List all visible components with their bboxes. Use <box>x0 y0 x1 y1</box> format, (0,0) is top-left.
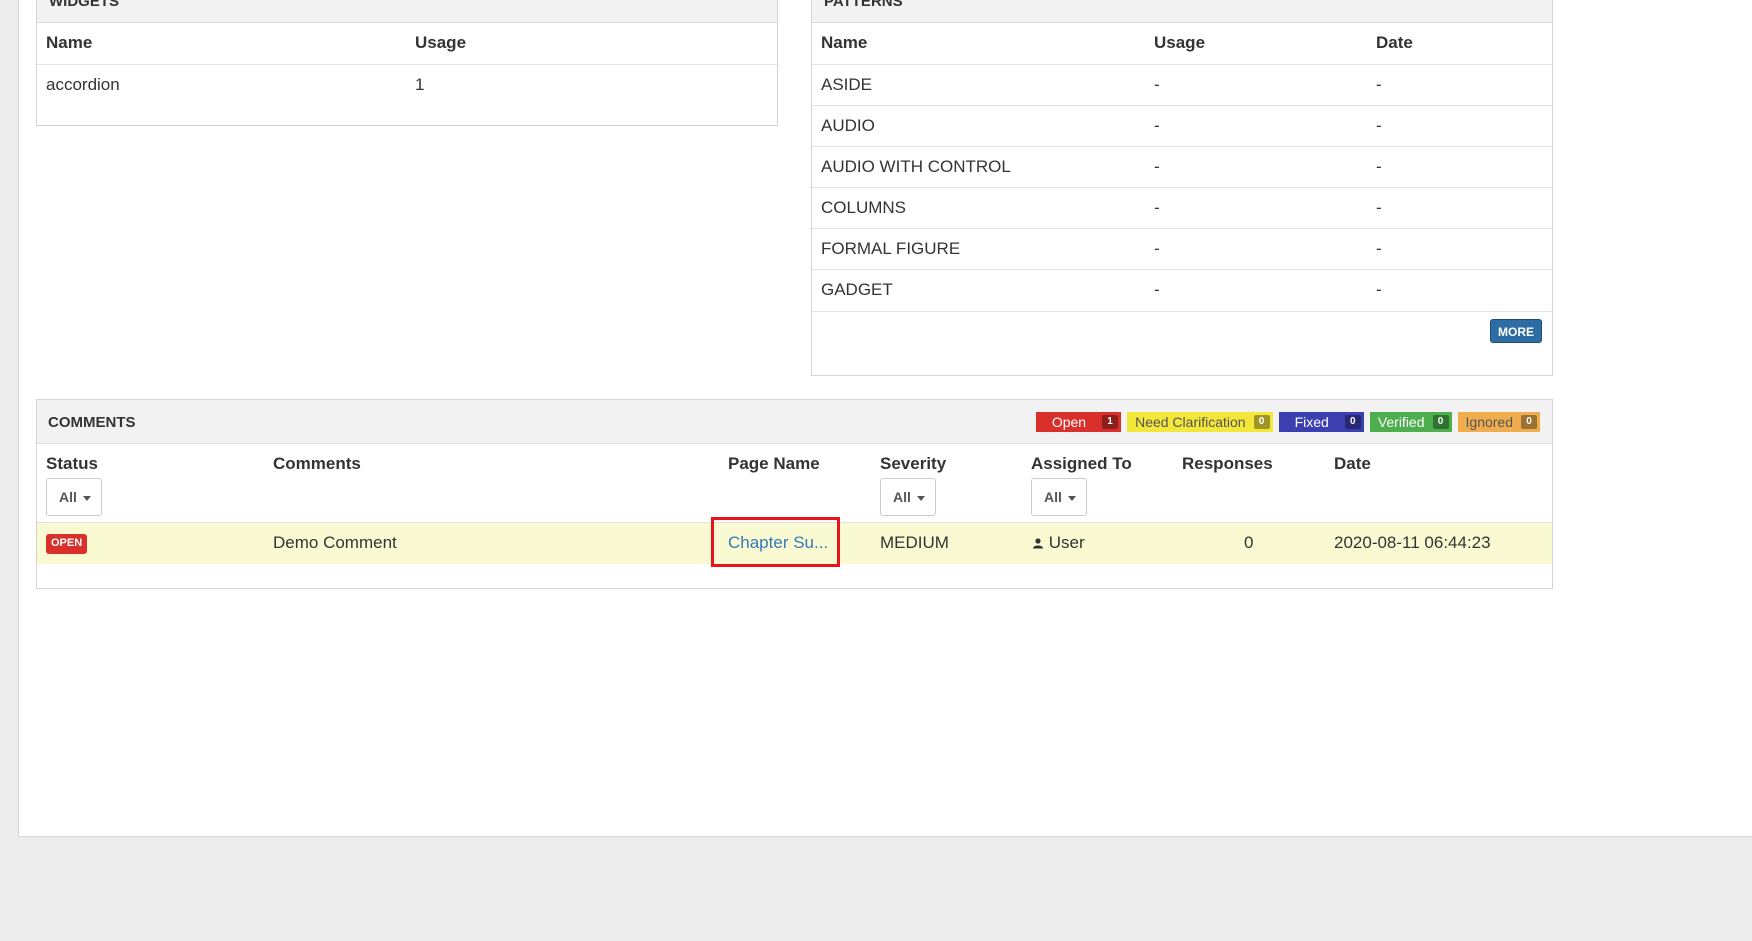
status-filter-value: All <box>59 489 77 505</box>
pattern-date: - <box>1376 280 1382 299</box>
comment-text[interactable]: Demo Comment <box>273 523 397 563</box>
more-button[interactable]: MORE <box>1490 319 1542 343</box>
user-icon <box>1033 533 1049 552</box>
legend-verified-count: 0 <box>1432 415 1449 429</box>
pattern-date: - <box>1376 198 1382 217</box>
pattern-date: - <box>1376 239 1382 258</box>
chevron-down-icon <box>82 495 91 501</box>
col-usage: Usage <box>1154 33 1206 52</box>
pattern-name: GADGET <box>821 280 893 299</box>
comments-panel: COMMENTS Open 1 Need Clarification 0 Fix… <box>36 399 1553 589</box>
widget-usage: 1 <box>415 75 425 94</box>
chevron-down-icon <box>1067 495 1076 501</box>
legend-ignored[interactable]: Ignored 0 <box>1457 412 1540 432</box>
legend-fixed[interactable]: Fixed 0 <box>1278 412 1364 432</box>
severity-value: MEDIUM <box>880 533 949 552</box>
col-name: Name <box>821 33 868 52</box>
status-cell: OPEN <box>46 523 88 563</box>
highlight-box <box>711 517 840 567</box>
table-row: ASIDE - - <box>812 65 1552 106</box>
legend-verified[interactable]: Verified 0 <box>1369 412 1452 432</box>
col-usage: Usage <box>415 33 467 52</box>
col-responses: Responses <box>1182 454 1273 473</box>
widget-name: accordion <box>46 75 120 94</box>
patterns-panel: PATTERNS Name Usage Date ASIDE - - AUDIO… <box>811 0 1553 376</box>
pattern-name: AUDIO WITH CONTROL <box>821 157 1011 176</box>
pattern-date: - <box>1376 157 1382 176</box>
status-badge: OPEN <box>46 533 88 554</box>
patterns-title: PATTERNS <box>824 0 903 10</box>
assigned-to-value: User <box>1048 533 1085 552</box>
severity-filter-dropdown[interactable]: All <box>880 478 936 516</box>
pattern-usage: - <box>1154 116 1160 135</box>
table-row: AUDIO - - <box>812 106 1552 147</box>
legend-verified-label: Verified <box>1377 414 1425 430</box>
pattern-usage: - <box>1154 198 1160 217</box>
legend-open[interactable]: Open 1 <box>1035 412 1122 432</box>
table-row: FORMAL FIGURE - - <box>812 229 1552 270</box>
pattern-name: COLUMNS <box>821 198 907 217</box>
pattern-name: FORMAL FIGURE <box>821 239 961 258</box>
pattern-date: - <box>1376 116 1382 135</box>
legend-need-clarification[interactable]: Need Clarification 0 <box>1127 412 1273 432</box>
status-legend: Open 1 Need Clarification 0 Fixed 0 Veri… <box>1035 412 1540 432</box>
pattern-usage: - <box>1154 280 1160 299</box>
patterns-panel-title: PATTERNS <box>812 0 1552 23</box>
assigned-to-filter-value: All <box>1044 489 1062 505</box>
pattern-date: - <box>1376 75 1382 94</box>
legend-need-clarification-label: Need Clarification <box>1135 414 1246 430</box>
comments-table-header: Status Comments Page Name Severity Assig… <box>37 444 1552 523</box>
table-row: AUDIO WITH CONTROL - - <box>812 147 1552 188</box>
widgets-title: WIDGETS <box>49 0 119 10</box>
legend-fixed-count: 0 <box>1344 415 1361 429</box>
legend-need-clarification-count: 0 <box>1253 415 1270 429</box>
pattern-usage: - <box>1154 75 1160 94</box>
legend-open-label: Open <box>1051 414 1087 430</box>
widgets-panel: WIDGETS Name Usage accordion 1 <box>36 0 778 126</box>
pattern-name: ASIDE <box>821 75 873 94</box>
widgets-table-header: Name Usage <box>37 23 777 65</box>
comments-title: COMMENTS <box>48 414 136 431</box>
severity-filter-value: All <box>893 489 911 505</box>
patterns-table-header: Name Usage Date <box>812 23 1552 65</box>
col-name: Name <box>46 33 93 52</box>
date-value: 2020-08-11 06:44:23 <box>1334 533 1491 552</box>
legend-fixed-label: Fixed <box>1294 414 1329 430</box>
assigned-to-filter-dropdown[interactable]: All <box>1031 478 1087 516</box>
responses-value: 0 <box>1244 533 1254 552</box>
legend-open-count: 1 <box>1102 415 1119 429</box>
col-page-name: Page Name <box>728 454 820 473</box>
widgets-panel-title: WIDGETS <box>37 0 777 23</box>
col-date: Date <box>1376 33 1413 52</box>
legend-ignored-label: Ignored <box>1465 414 1513 430</box>
status-filter-dropdown[interactable]: All <box>46 478 102 516</box>
main-content: WIDGETS Name Usage accordion 1 PATTERNS … <box>18 0 1752 837</box>
table-row: GADGET - - <box>812 270 1552 312</box>
pattern-usage: - <box>1154 157 1160 176</box>
chevron-down-icon <box>916 495 925 501</box>
table-row: COLUMNS - - <box>812 188 1552 229</box>
table-row: accordion 1 <box>37 65 777 106</box>
legend-ignored-count: 0 <box>1521 415 1537 429</box>
assigned-to-cell: User <box>1033 523 1085 563</box>
col-comments: Comments <box>273 454 361 473</box>
pattern-usage: - <box>1154 239 1160 258</box>
col-date: Date <box>1334 454 1371 473</box>
pattern-name: AUDIO <box>821 116 875 135</box>
